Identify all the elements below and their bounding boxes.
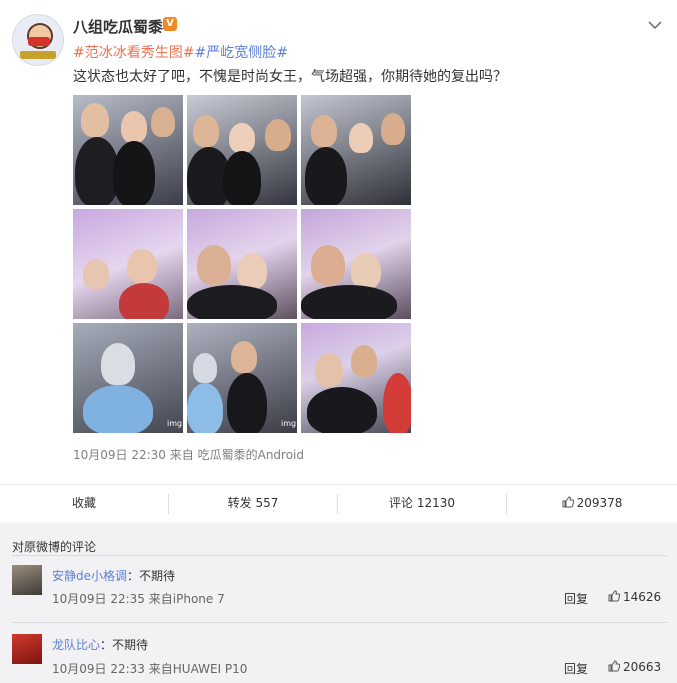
person-face (349, 123, 373, 153)
person-face (121, 111, 147, 143)
person-face (315, 353, 343, 387)
person-face (229, 123, 255, 153)
person-face (193, 115, 219, 147)
comment-count: 12130 (416, 496, 456, 510)
post-image[interactable] (187, 95, 297, 205)
repost-count: 557 (255, 496, 279, 510)
comment-time: 10月09日 22:35 (52, 592, 145, 606)
post-image[interactable] (301, 95, 411, 205)
post-source[interactable]: 吃瓜蜀黍的Android (198, 448, 304, 462)
person-body (305, 147, 347, 205)
weibo-post: 八组吃瓜蜀黍 V #范冰冰看秀生图##严屹宽侧脸# 这状态也太好了吧，不愧是时尚… (0, 0, 677, 485)
comment-body: 安静de小格调：不期待 (52, 567, 175, 584)
comment-source: 来自HUAWEI P10 (148, 662, 248, 676)
person-body (307, 387, 377, 433)
person-face (311, 245, 345, 285)
reply-button[interactable]: 回复 (564, 590, 588, 607)
comment-meta: 10月09日 22:33 来自HUAWEI P10 (52, 660, 247, 677)
comment-separator: ： (127, 569, 140, 583)
comment-text: 不期待 (112, 638, 149, 652)
hashtag-link[interactable]: #范冰冰看秀生图# (73, 45, 194, 61)
person-body (223, 151, 261, 205)
divider (12, 622, 667, 623)
person-body (119, 283, 169, 319)
comment-like-button[interactable]: 20663 (608, 660, 661, 674)
comment-time: 10月09日 22:33 (52, 662, 145, 676)
like-button[interactable]: 209378 (507, 485, 677, 523)
comment-label: 评论 (388, 496, 413, 510)
post-image[interactable] (301, 323, 411, 433)
person-body (301, 285, 397, 319)
person-face (151, 107, 175, 137)
person-body (187, 285, 277, 319)
post-image[interactable] (187, 209, 297, 319)
favorite-label: 收藏 (71, 496, 96, 510)
person-body (83, 385, 153, 433)
comment-like-count: 20663 (623, 660, 662, 674)
comments-section: 对原微博的评论 安静de小格调：不期待 10月09日 22:35 来自iPhon… (0, 523, 677, 683)
like-count: 209378 (576, 496, 623, 510)
post-image[interactable] (301, 209, 411, 319)
post-content: 这状态也太好了吧，不愧是时尚女王，气场超强，你期待她的复出吗？ (73, 69, 507, 85)
image-watermark: img (281, 419, 297, 428)
comment-like-count: 14626 (623, 590, 662, 604)
person-face (381, 113, 405, 145)
person-face (351, 253, 381, 289)
comment-separator: ： (100, 638, 113, 652)
post-date[interactable]: 10月09日 22:30 (73, 448, 166, 462)
person-face (101, 343, 135, 385)
image-grid: img img (73, 95, 411, 433)
person-face (127, 249, 157, 283)
thumbs-up-icon (608, 660, 620, 672)
person-body (227, 373, 267, 433)
post-image[interactable]: img (187, 323, 297, 433)
person-face (197, 245, 231, 285)
reply-button[interactable]: 回复 (564, 660, 588, 677)
person-face (231, 341, 257, 373)
username[interactable]: 八组吃瓜蜀黍 (73, 16, 163, 37)
person-body (113, 141, 155, 205)
comment-meta: 10月09日 22:35 来自iPhone 7 (52, 590, 225, 607)
repost-label: 转发 (227, 496, 252, 510)
comment-like-button[interactable]: 14626 (608, 590, 661, 604)
avatar-banner (20, 51, 56, 59)
person-face (193, 353, 217, 383)
divider (12, 555, 667, 556)
post-meta: 10月09日 22:30 来自 吃瓜蜀黍的Android (73, 446, 304, 463)
user-avatar[interactable] (12, 14, 64, 66)
avatar-mask (28, 37, 50, 46)
commenter-avatar[interactable] (12, 565, 42, 595)
source-prefix: 来自 (169, 448, 194, 462)
person-body (383, 373, 411, 433)
repost-button[interactable]: 转发 557 (169, 485, 337, 523)
comment-body: 龙队比心：不期待 (52, 636, 148, 653)
comment-button[interactable]: 评论 12130 (338, 485, 506, 523)
post-image[interactable]: img (73, 323, 183, 433)
image-watermark: img (167, 419, 183, 428)
thumbs-up-icon (608, 590, 620, 602)
chevron-down-icon[interactable] (648, 18, 666, 32)
thumbs-up-icon (562, 496, 574, 508)
person-face (81, 103, 109, 137)
person-face (351, 345, 377, 377)
person-face (265, 119, 291, 151)
hashtags: #范冰冰看秀生图##严屹宽侧脸# (73, 42, 288, 62)
commenter-name[interactable]: 安静de小格调 (52, 569, 127, 583)
post-image[interactable] (73, 95, 183, 205)
person-face (237, 253, 267, 289)
person-face (83, 259, 109, 289)
favorite-button[interactable]: 收藏 (0, 485, 168, 523)
verified-badge-icon: V (163, 17, 177, 31)
comment-text: 不期待 (139, 569, 176, 583)
comments-title: 对原微博的评论 (12, 540, 97, 554)
commenter-avatar[interactable] (12, 634, 42, 664)
action-bar: 收藏 转发 557 评论 12130 209378 (0, 484, 677, 524)
person-body (187, 383, 223, 433)
comment-source: 来自iPhone 7 (148, 592, 225, 606)
person-face (311, 115, 337, 147)
post-image[interactable] (73, 209, 183, 319)
hashtag-link[interactable]: #严屹宽侧脸# (194, 45, 287, 61)
commenter-name[interactable]: 龙队比心 (52, 638, 100, 652)
